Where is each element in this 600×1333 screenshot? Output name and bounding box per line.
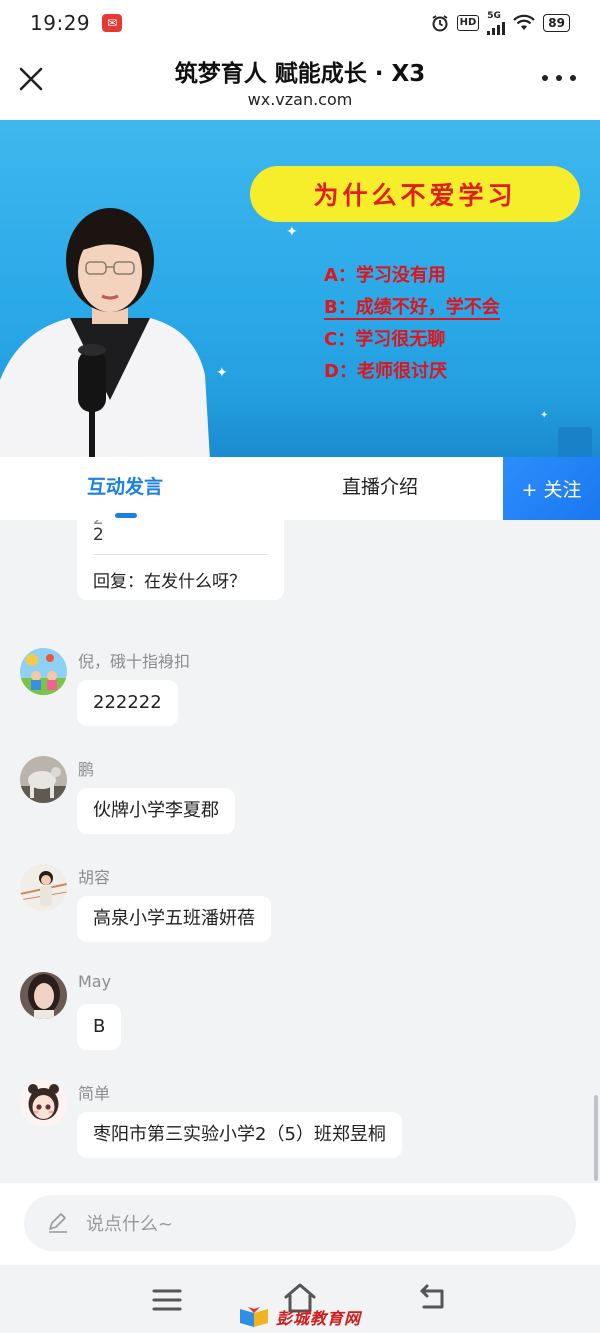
tab-interactive-chat[interactable]: 互动发言 [60,457,190,520]
status-icons: HD 5G 89 [431,10,570,35]
message-bubble[interactable]: 伙牌小学李夏郡 [77,788,235,834]
option-c: C：学习很无聊 [324,329,446,350]
battery-icon: 89 [543,14,570,32]
tab-live-intro[interactable]: 直播介绍 [310,457,450,520]
status-time: 19:29 [30,11,91,35]
chat-message: May B [0,972,600,1072]
follow-button[interactable]: + 关注 [503,457,600,520]
message-bubble[interactable]: 枣阳市第三实验小学2（5）班郑昱桐 [77,1112,402,1158]
message-bubble[interactable]: 高泉小学五班潘妍蓓 [77,896,271,942]
more-options-button[interactable] [542,68,576,88]
chat-scrollbar[interactable] [594,1095,598,1181]
option-b: B：成绩不好，学不会 [324,292,500,324]
wifi-icon [513,14,536,32]
sender-name: 倪，硪十指裑扣 [78,652,191,671]
chat-message: 鹏 伙牌小学李夏郡 [0,756,600,856]
reply-quote-line: 2 [93,525,104,545]
sender-name: 简单 [78,1084,111,1103]
sender-name: May [78,972,112,991]
live-video-player[interactable]: ✦ ✦ ✦ 为什么不爱学习 A：学习没有用 B：成绩不好，学不会 C：学习很无聊… [0,120,600,457]
sparkle-icon: ✦ [286,224,298,240]
hd-voice-icon: HD [456,15,480,31]
presenter-figure [0,208,210,457]
user-avatar[interactable] [20,1080,67,1127]
sender-name: 胡容 [78,868,111,887]
chat-message: 胡容 高泉小学五班潘妍蓓 [0,864,600,964]
comment-input-placeholder: 说点什么~ [86,1214,174,1235]
chat-message: 简单 枣阳市第三实验小学2（5）班郑昱桐 [0,1080,600,1180]
alarm-icon [431,14,449,32]
user-avatar[interactable] [20,756,67,803]
network-type-label: 5G [487,10,501,21]
reply-divider [93,554,268,555]
book-logo-icon [240,1307,268,1327]
comment-input[interactable]: 说点什么~ [24,1195,576,1251]
menu-icon[interactable] [150,1287,184,1313]
option-a: A：学习没有用 [324,265,446,286]
cellular-signal-icon: 5G [487,10,506,35]
answer-options: A：学习没有用 B：成绩不好，学不会 C：学习很无聊 D：老师很讨厌 [324,260,500,388]
page-url: wx.vzan.com [247,90,353,109]
question-bubble: 为什么不爱学习 [250,166,580,222]
corner-decoration [558,427,592,457]
more-dot-icon [570,75,576,81]
pencil-icon [49,1213,67,1233]
message-bubble[interactable]: B [77,1004,122,1050]
system-navigation-bar: 彭城教育网 [0,1265,600,1333]
chat-list[interactable]: 2 2 回复：在发什么呀？ 倪，硪十指裑扣 222222 鹏 伙牌小学李夏郡 胡… [0,520,600,1183]
message-bubble[interactable]: 222222 [77,680,178,726]
chat-message: 倪，硪十指裑扣 222222 [0,648,600,748]
more-dot-icon [556,75,562,81]
option-d: D：老师很讨厌 [324,361,447,382]
user-avatar[interactable] [20,972,67,1019]
status-bar: 19:29 ✉ HD 5G 89 [0,0,600,46]
watermark: 彭城教育网 [238,1305,361,1329]
option-b-text: B：成绩不好，学不会 [324,297,500,320]
watermark-text: 彭城教育网 [276,1309,362,1328]
app-notification-icon: ✉ [102,14,123,32]
comment-input-area: 说点什么~ [0,1183,600,1265]
more-dot-icon [542,75,548,81]
tab-bar: 互动发言 直播介绍 + 关注 [0,457,600,520]
back-icon[interactable] [416,1283,450,1313]
reply-message-card: 2 2 回复：在发什么呀？ [77,520,284,600]
reply-text: 回复：在发什么呀？ [93,572,246,592]
page-header: 筑梦育人 赋能成长 · X3 wx.vzan.com [0,46,600,120]
sender-name: 鹏 [78,760,95,779]
user-avatar[interactable] [20,648,67,695]
page-title: 筑梦育人 赋能成长 · X3 [174,61,426,87]
active-tab-indicator [115,513,137,518]
user-avatar[interactable] [20,864,67,911]
